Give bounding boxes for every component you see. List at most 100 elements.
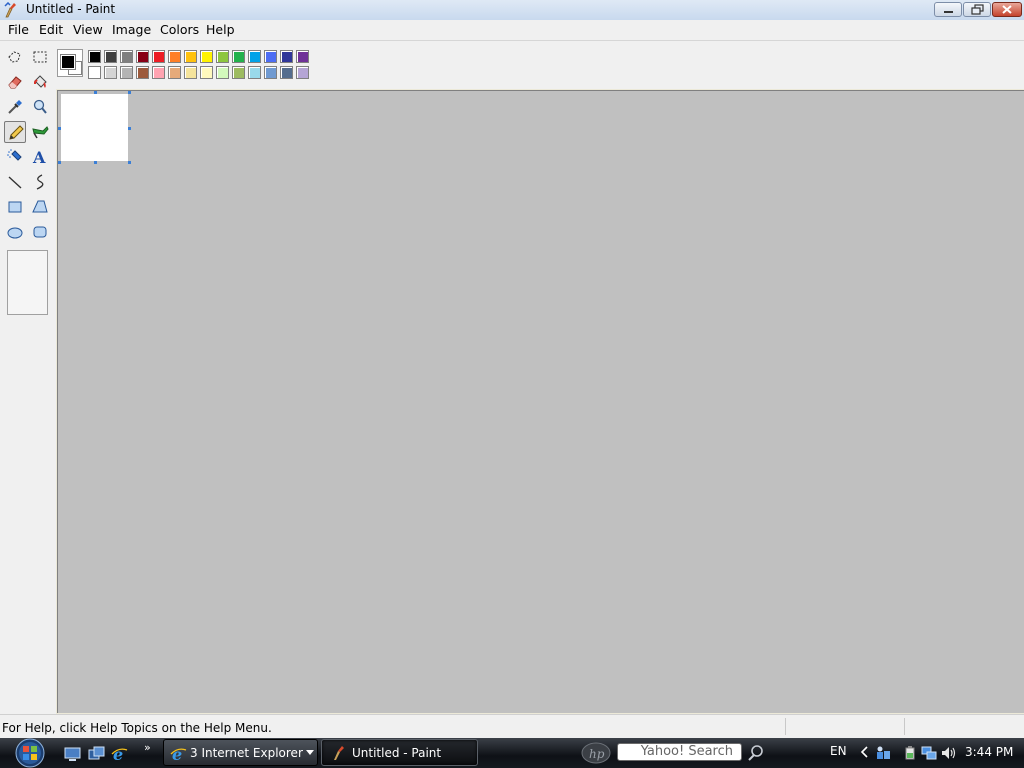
palette-color-swatch[interactable] — [120, 66, 133, 79]
palette-color-swatch[interactable] — [184, 50, 197, 63]
palette-color-swatch[interactable] — [168, 66, 181, 79]
curve-tool[interactable] — [29, 171, 51, 193]
drawing-canvas[interactable] — [61, 94, 128, 161]
palette-color-swatch[interactable] — [120, 50, 133, 63]
free-form-select-tool[interactable] — [4, 46, 26, 68]
pick-color-tool[interactable] — [4, 96, 26, 118]
menu-view[interactable]: View — [72, 22, 104, 37]
ellipse-icon — [7, 227, 23, 239]
resize-handle-bottom-right[interactable] — [128, 161, 131, 164]
internet-explorer-icon: e — [170, 745, 187, 762]
palette-color-swatch[interactable] — [104, 50, 117, 63]
resize-handle-right[interactable] — [128, 127, 131, 130]
language-indicator[interactable]: EN — [830, 744, 847, 758]
canvas-workspace[interactable] — [57, 90, 1024, 713]
taskbar-ie-group[interactable]: e 3 Internet Explorer — [163, 739, 318, 766]
palette-color-swatch[interactable] — [280, 66, 293, 79]
palette-color-swatch[interactable] — [88, 50, 101, 63]
close-button[interactable] — [992, 2, 1022, 17]
hp-logo-icon: hp — [581, 742, 611, 764]
palette-color-swatch[interactable] — [216, 66, 229, 79]
status-bar: For Help, click Help Topics on the Help … — [0, 714, 1024, 739]
minimize-button[interactable] — [934, 2, 962, 17]
volume-icon[interactable] — [940, 745, 956, 761]
palette-color-swatch[interactable] — [104, 66, 117, 79]
palette-color-swatch[interactable] — [296, 50, 309, 63]
rounded-rectangle-icon — [33, 226, 47, 238]
status-help-text: For Help, click Help Topics on the Help … — [2, 721, 272, 735]
brush-tool[interactable] — [29, 121, 51, 143]
rectangle-tool[interactable] — [4, 196, 26, 218]
menu-edit[interactable]: Edit — [38, 22, 64, 37]
palette-color-swatch[interactable] — [184, 66, 197, 79]
menu-image[interactable]: Image — [111, 22, 152, 37]
svg-text:A: A — [32, 148, 46, 166]
palette-color-swatch[interactable] — [264, 50, 277, 63]
quick-launch-overflow-icon[interactable]: » — [144, 741, 151, 754]
palette-color-swatch[interactable] — [152, 50, 165, 63]
pencil-tool[interactable] — [4, 121, 26, 143]
paint-app-icon[interactable] — [3, 2, 19, 18]
palette-color-swatch[interactable] — [88, 66, 101, 79]
palette-color-swatch[interactable] — [232, 50, 245, 63]
menu-help[interactable]: Help — [205, 22, 236, 37]
palette-color-swatch[interactable] — [280, 50, 293, 63]
yahoo-search-input[interactable]: Yahoo! Search — [617, 743, 742, 761]
eraser-icon — [8, 76, 22, 89]
svg-text:hp: hp — [589, 747, 605, 761]
title-bar[interactable]: Untitled - Paint — [0, 0, 1024, 21]
palette-color-swatch[interactable] — [200, 66, 213, 79]
menu-file[interactable]: File — [7, 22, 30, 37]
foreground-color-swatch[interactable] — [60, 54, 76, 70]
resize-handle-bottom-left — [58, 161, 61, 164]
eraser-tool[interactable] — [4, 71, 26, 93]
polygon-tool[interactable] — [29, 196, 51, 218]
palette-color-swatch[interactable] — [232, 66, 245, 79]
power-icon[interactable] — [902, 745, 918, 761]
polygon-icon — [32, 200, 48, 213]
dropdown-arrow-icon — [306, 750, 314, 755]
palette-color-swatch[interactable] — [136, 50, 149, 63]
switch-windows-icon[interactable] — [88, 745, 105, 762]
start-button[interactable] — [9, 738, 51, 768]
svg-text:e: e — [172, 745, 182, 762]
current-colors-box[interactable] — [57, 49, 83, 77]
internet-explorer-icon[interactable]: e — [111, 745, 128, 762]
taskbar-paint-button[interactable]: Untitled - Paint — [321, 739, 478, 766]
fill-tool[interactable] — [29, 71, 51, 93]
ellipse-tool[interactable] — [4, 221, 26, 243]
paint-bucket-icon — [34, 75, 47, 88]
airbrush-icon — [7, 149, 22, 161]
restore-button[interactable] — [963, 2, 991, 17]
palette-color-swatch[interactable] — [168, 50, 181, 63]
palette-color-swatch[interactable] — [200, 50, 213, 63]
palette-color-swatch[interactable] — [152, 66, 165, 79]
palette-color-swatch[interactable] — [264, 66, 277, 79]
rounded-rectangle-tool[interactable] — [29, 221, 51, 243]
status-coordinates-cell — [785, 718, 904, 735]
palette-color-swatch[interactable] — [248, 66, 261, 79]
palette-color-swatch[interactable] — [296, 66, 309, 79]
window-title: Untitled - Paint — [26, 2, 116, 16]
search-icon[interactable] — [747, 744, 765, 762]
magnifier-tool[interactable] — [29, 96, 51, 118]
system-clock[interactable]: 3:44 PM — [965, 745, 1013, 759]
network-icon[interactable] — [921, 745, 937, 761]
select-tool[interactable] — [29, 46, 51, 68]
color-palette-bar — [0, 41, 1024, 89]
close-icon — [1002, 5, 1012, 14]
show-hidden-icons-icon[interactable] — [860, 745, 870, 759]
resize-handle-bottom[interactable] — [94, 161, 97, 164]
line-tool[interactable] — [4, 171, 26, 193]
show-desktop-icon[interactable] — [64, 745, 81, 762]
palette-color-swatch[interactable] — [136, 66, 149, 79]
resize-handle-left — [58, 127, 61, 130]
palette-color-swatch[interactable] — [248, 50, 261, 63]
network-users-icon[interactable] — [875, 745, 891, 761]
palette-color-swatch[interactable] — [216, 50, 229, 63]
text-tool[interactable]: A — [29, 146, 51, 168]
airbrush-tool[interactable] — [4, 146, 26, 168]
menu-bar: File Edit View Image Colors Help — [0, 20, 1024, 41]
menu-colors[interactable]: Colors — [159, 22, 200, 37]
tool-options-box[interactable] — [7, 250, 48, 315]
